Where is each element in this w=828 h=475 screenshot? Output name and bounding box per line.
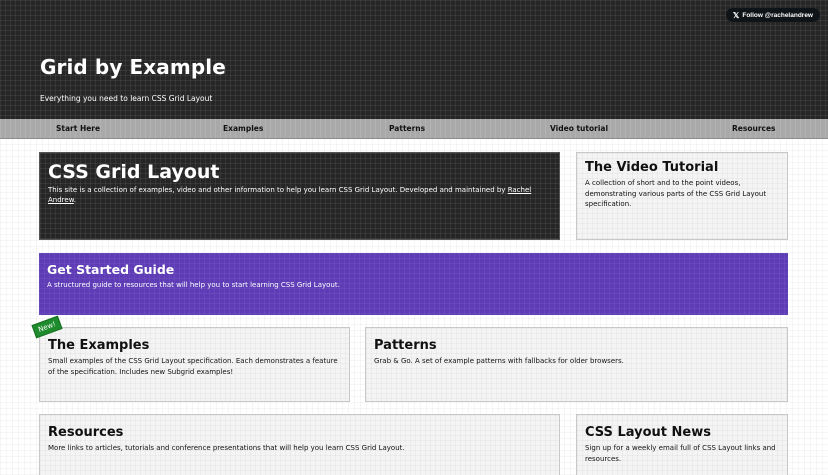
get-started-title[interactable]: Get Started Guide [47, 263, 780, 277]
nav-item-start-here[interactable]: Start Here [56, 124, 100, 133]
nav-item-video-tutorial[interactable]: Video tutorial [550, 124, 608, 133]
video-tutorial-text: A collection of short and to the point v… [585, 179, 767, 209]
hero-text: This site is a collection of examples, v… [48, 185, 551, 206]
follow-label: Follow @rachelandrew [742, 11, 813, 19]
resources-card[interactable]: Resources More links to articles, tutori… [39, 414, 560, 475]
examples-title[interactable]: The Examples [48, 338, 341, 353]
patterns-title[interactable]: Patterns [374, 338, 779, 353]
site-tagline: Everything you need to learn CSS Grid La… [40, 94, 213, 103]
get-started-text: A structured guide to resources that wil… [47, 280, 340, 289]
patterns-card[interactable]: Patterns Grab & Go. A set of example pat… [365, 327, 788, 402]
hero-title: CSS Grid Layout [48, 161, 220, 183]
examples-card[interactable]: The Examples Small examples of the CSS G… [39, 327, 350, 402]
css-layout-news-card[interactable]: CSS Layout News Sign up for a weekly ema… [576, 414, 788, 475]
nav-item-patterns[interactable]: Patterns [389, 124, 425, 133]
css-layout-news-text: Sign up for a weekly email full of CSS L… [585, 444, 776, 463]
site-title[interactable]: Grid by Example [40, 55, 226, 79]
main-nav: Start Here Examples Patterns Video tutor… [0, 119, 828, 139]
hero-panel: CSS Grid Layout This site is a collectio… [39, 152, 560, 240]
resources-title[interactable]: Resources [48, 425, 551, 440]
nav-item-examples[interactable]: Examples [223, 124, 263, 133]
site-header: 𝕏 Follow @rachelandrew Grid by Example E… [0, 0, 828, 119]
x-logo-icon: 𝕏 [732, 10, 740, 20]
hero-text-end: . [73, 196, 77, 205]
patterns-text: Grab & Go. A set of example patterns wit… [374, 357, 624, 366]
video-tutorial-card[interactable]: The Video Tutorial A collection of short… [576, 152, 788, 240]
hero-description: This site is a collection of examples, v… [48, 185, 506, 194]
follow-button[interactable]: 𝕏 Follow @rachelandrew [725, 8, 820, 22]
examples-text: Small examples of the CSS Grid Layout sp… [48, 357, 338, 376]
video-tutorial-title[interactable]: The Video Tutorial [585, 160, 779, 175]
get-started-card[interactable]: Get Started Guide A structured guide to … [39, 253, 788, 315]
css-layout-news-title[interactable]: CSS Layout News [585, 425, 779, 440]
nav-item-resources[interactable]: Resources [732, 124, 776, 133]
resources-text: More links to articles, tutorials and co… [48, 444, 405, 453]
